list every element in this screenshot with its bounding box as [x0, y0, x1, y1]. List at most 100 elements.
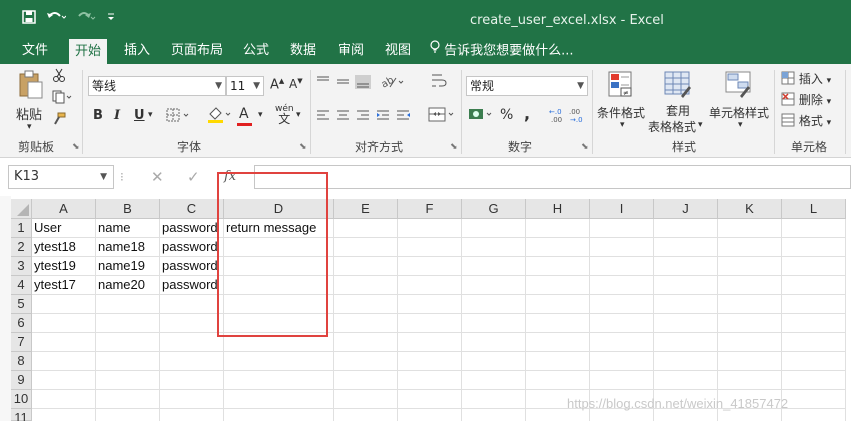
row-header-5[interactable]: 5 — [11, 295, 32, 314]
row-header-7[interactable]: 7 — [11, 333, 32, 352]
column-header-b[interactable]: B — [96, 199, 160, 219]
save-icon[interactable] — [22, 10, 36, 28]
tab-page-layout[interactable]: 页面布局 — [171, 38, 223, 64]
tab-data[interactable]: 数据 — [290, 38, 316, 64]
name-box[interactable]: K13 ▼ — [8, 165, 114, 189]
borders-icon[interactable] — [166, 108, 192, 125]
format-cells-button[interactable]: 格式 ▾ — [781, 112, 831, 130]
format-as-table-icon[interactable] — [663, 70, 691, 98]
phonetic-button[interactable]: wén 文 — [275, 104, 294, 125]
cell-b3[interactable]: name19 — [96, 257, 160, 276]
undo-icon[interactable] — [46, 10, 67, 28]
font-launcher-icon[interactable]: ⬊ — [299, 142, 307, 152]
format-as-table-label-1[interactable]: 套用 — [666, 102, 690, 119]
underline-button[interactable]: U — [134, 108, 145, 123]
customize-icon[interactable] — [106, 10, 116, 28]
increase-decimal-icon[interactable]: ←.0.00.00 →.0 — [548, 106, 588, 127]
enter-check-icon[interactable]: ✓ — [187, 168, 200, 186]
column-header-e[interactable]: E — [334, 199, 398, 219]
cell-a3[interactable]: ytest19 — [32, 257, 96, 276]
format-as-table-label-2[interactable]: 表格格式 — [648, 118, 696, 135]
cell-c4[interactable]: password — [160, 276, 224, 295]
merge-center-icon[interactable] — [428, 106, 456, 127]
cell-a4[interactable]: ytest17 — [32, 276, 96, 295]
redo-icon[interactable] — [76, 10, 96, 28]
font-size-select[interactable]: 11 ▼ — [226, 76, 264, 96]
phonetic-dropdown-icon[interactable]: ▾ — [296, 110, 301, 120]
tab-review[interactable]: 审阅 — [338, 38, 364, 64]
row-header-10[interactable]: 10 — [11, 390, 32, 409]
currency-icon[interactable] — [468, 106, 494, 125]
select-all-corner[interactable] — [11, 199, 32, 219]
cell-c2[interactable]: password — [160, 238, 224, 257]
number-launcher-icon[interactable]: ⬊ — [581, 142, 589, 152]
cell-styles-dropdown-icon[interactable]: ▾ — [738, 120, 743, 130]
divider — [82, 70, 83, 154]
column-header-h[interactable]: H — [526, 199, 590, 219]
orientation-icon[interactable]: ab — [380, 74, 406, 93]
tab-insert[interactable]: 插入 — [124, 38, 150, 64]
paste-dropdown-icon[interactable]: ▾ — [27, 122, 32, 132]
row-header-2[interactable]: 2 — [11, 238, 32, 257]
column-header-i[interactable]: I — [590, 199, 654, 219]
copy-icon[interactable] — [52, 90, 72, 107]
column-header-g[interactable]: G — [462, 199, 526, 219]
row-header-6[interactable]: 6 — [11, 314, 32, 333]
cell-c1[interactable]: password — [160, 219, 224, 238]
align-left-icon[interactable] — [316, 108, 424, 127]
tab-file[interactable]: 文件 — [22, 38, 48, 64]
delete-cells-button[interactable]: 删除 ▾ — [781, 91, 831, 109]
format-as-table-dropdown-icon[interactable]: ▾ — [698, 120, 703, 130]
clipboard-launcher-icon[interactable]: ⬊ — [72, 142, 80, 152]
comma-button[interactable]: , — [524, 104, 530, 123]
fill-color-icon[interactable] — [207, 106, 233, 127]
align-top-icon[interactable] — [316, 74, 376, 93]
column-header-a[interactable]: A — [32, 199, 96, 219]
font-name-select[interactable]: 等线 ▼ — [88, 76, 226, 96]
shrink-font-button[interactable]: A▼ — [289, 77, 303, 91]
cell-b1[interactable]: name — [96, 219, 160, 238]
percent-button[interactable]: % — [500, 107, 513, 123]
insert-cells-button[interactable]: 插入 ▾ — [781, 70, 831, 88]
tell-me-box[interactable]: 告诉我您想要做什么... — [430, 38, 574, 64]
format-painter-icon[interactable] — [52, 112, 66, 129]
column-header-k[interactable]: K — [718, 199, 782, 219]
underline-dropdown-icon[interactable]: ▾ — [148, 110, 153, 120]
column-header-c[interactable]: C — [160, 199, 224, 219]
cell-b4[interactable]: name20 — [96, 276, 160, 295]
column-header-l[interactable]: L — [782, 199, 846, 219]
alignment-launcher-icon[interactable]: ⬊ — [450, 142, 458, 152]
number-format-select[interactable]: 常规 ▼ — [466, 76, 588, 96]
tab-formulas[interactable]: 公式 — [243, 38, 269, 64]
paste-label[interactable]: 粘贴 — [16, 104, 42, 123]
conditional-format-icon[interactable]: ≠ — [607, 70, 633, 97]
bold-button[interactable]: B — [93, 108, 103, 123]
tab-view[interactable]: 视图 — [385, 38, 411, 64]
column-header-f[interactable]: F — [398, 199, 462, 219]
cell-c3[interactable]: password — [160, 257, 224, 276]
row-header-1[interactable]: 1 — [11, 219, 32, 238]
row-header-11[interactable]: 11 — [11, 409, 32, 421]
cell-a2[interactable]: ytest18 — [32, 238, 96, 257]
font-color-button[interactable]: A — [237, 106, 252, 126]
cell-b2[interactable]: name18 — [96, 238, 160, 257]
tab-home[interactable]: 开始 — [69, 39, 108, 64]
row-header-8[interactable]: 8 — [11, 352, 32, 371]
cell-styles-label[interactable]: 单元格样式 — [709, 104, 769, 121]
italic-button[interactable]: I — [114, 108, 120, 123]
formula-input[interactable] — [254, 165, 851, 189]
column-header-j[interactable]: J — [654, 199, 718, 219]
cut-icon[interactable] — [52, 68, 66, 85]
cancel-icon[interactable]: ✕ — [151, 168, 164, 186]
row-header-9[interactable]: 9 — [11, 371, 32, 390]
font-color-dropdown-icon[interactable]: ▾ — [258, 110, 263, 120]
paste-icon[interactable] — [18, 70, 44, 99]
conditional-format-dropdown-icon[interactable]: ▾ — [620, 120, 625, 130]
row-header-4[interactable]: 4 — [11, 276, 32, 295]
wrap-text-icon[interactable] — [430, 72, 448, 93]
cell-styles-icon[interactable] — [724, 70, 751, 98]
row-header-3[interactable]: 3 — [11, 257, 32, 276]
conditional-format-label[interactable]: 条件格式 — [597, 104, 645, 121]
grow-font-button[interactable]: A▲ — [270, 77, 284, 92]
cell-a1[interactable]: User — [32, 219, 96, 238]
